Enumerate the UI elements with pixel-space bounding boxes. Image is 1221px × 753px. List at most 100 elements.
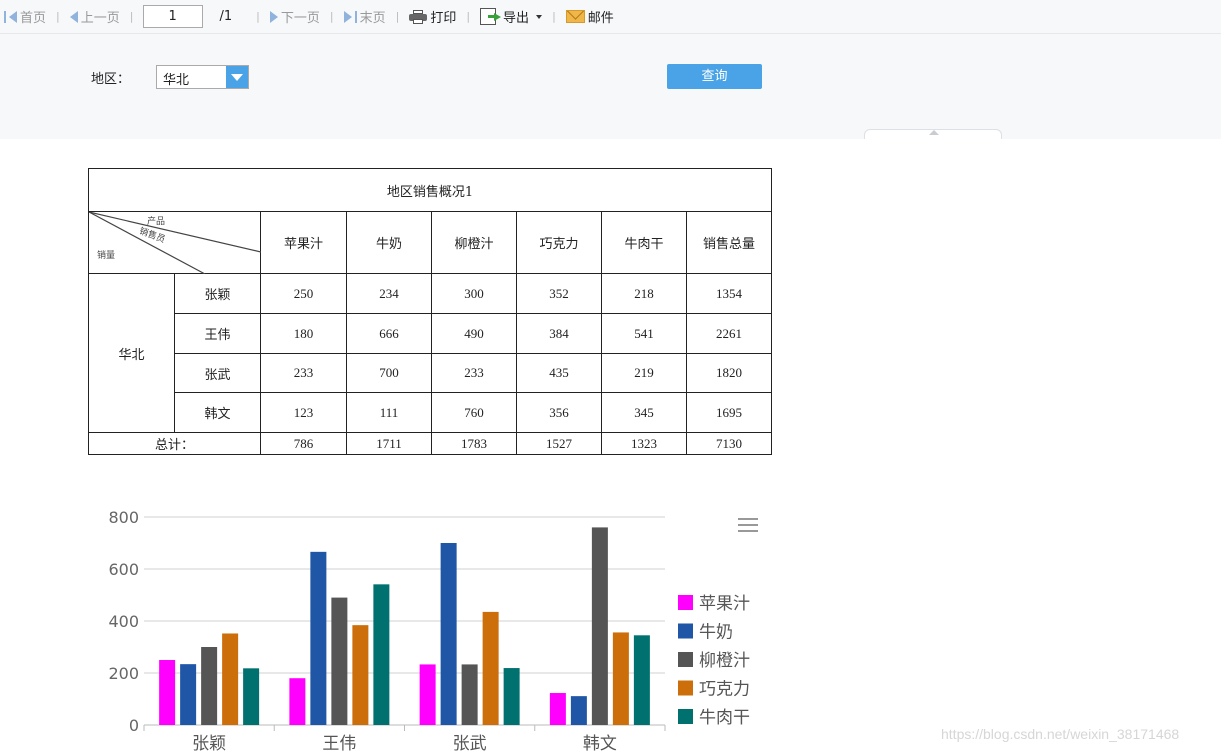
sales-report-table: 地区销售概况1 产品 销售员 销量 苹果汁 牛奶 柳橙汁 巧克力 牛肉干 销售总… <box>88 168 772 455</box>
bar-巧克力-韩文 <box>612 632 629 725</box>
prev-page-button[interactable]: 上一页 <box>69 7 120 26</box>
salesperson-cell: 张武 <box>174 353 261 393</box>
bar-牛肉干-张颖 <box>243 668 260 725</box>
prev-page-label: 上一页 <box>80 11 120 26</box>
bar-柳橙汁-张武 <box>461 664 478 725</box>
sales-bar-chart: 0 200 400 600 800 张颖 王伟 张武 韩文 苹果汁牛奶柳橙汁巧克力牛肉干 <box>108 508 750 753</box>
value-cell: 356 <box>516 392 602 433</box>
region-select[interactable]: 华北 <box>156 65 249 89</box>
value-cell: 233 <box>431 353 517 393</box>
total-row: 总计： 786 1711 1783 1527 1323 7130 <box>88 432 772 455</box>
legend-label: 巧克力 <box>699 680 750 700</box>
column-header: 牛奶 <box>346 211 432 274</box>
first-page-label: 首页 <box>20 11 47 26</box>
first-page-icon <box>9 10 17 23</box>
legend-label: 牛肉干 <box>699 708 750 728</box>
bar-牛肉干-张武 <box>503 668 520 725</box>
value-cell: 384 <box>516 313 602 354</box>
bar-巧克力-张武 <box>482 611 499 725</box>
next-page-icon <box>269 10 278 23</box>
region-select-value: 华北 <box>163 73 190 88</box>
value-cell: 218 <box>601 273 687 314</box>
print-label: 打印 <box>430 11 457 26</box>
last-page-label: 末页 <box>359 11 386 26</box>
value-cell: 219 <box>601 353 687 393</box>
region-label: 地区： <box>91 72 131 87</box>
total-cell: 1527 <box>516 432 602 455</box>
bar-牛肉干-王伟 <box>373 584 390 725</box>
table-row: 韩文 123 111 760 356 345 1695 <box>89 392 772 433</box>
total-cell: 1323 <box>601 432 687 455</box>
value-cell: 352 <box>516 273 602 314</box>
value-cell: 300 <box>431 273 517 314</box>
column-header: 苹果汁 <box>260 211 347 274</box>
toolbar-separator: | <box>552 10 556 23</box>
value-cell: 180 <box>260 313 347 354</box>
corner-quantity-label: 销量 <box>97 251 116 261</box>
mail-icon <box>565 10 585 23</box>
total-pages: /1 <box>219 9 233 24</box>
x-tick-label: 王伟 <box>322 734 356 753</box>
column-header: 柳橙汁 <box>431 211 517 274</box>
page-number-input[interactable] <box>143 5 204 28</box>
y-tick-label: 200 <box>108 664 139 683</box>
mail-label: 邮件 <box>587 11 614 26</box>
bar-巧克力-张颖 <box>222 633 239 725</box>
column-header: 牛肉干 <box>601 211 687 274</box>
legend-swatch-苹果汁 <box>678 595 693 610</box>
corner-product-label: 产品 <box>147 217 166 227</box>
value-cell: 1354 <box>686 273 772 314</box>
region-cell: 华北 <box>88 273 175 433</box>
y-tick-label: 400 <box>108 612 139 631</box>
value-cell: 345 <box>601 392 687 433</box>
table-row: 王伟 180 666 490 384 541 2261 <box>89 313 772 354</box>
salesperson-cell: 张颖 <box>174 273 261 314</box>
next-page-button[interactable]: 下一页 <box>269 7 320 26</box>
legend-label: 苹果汁 <box>699 594 750 614</box>
value-cell: 123 <box>260 392 347 433</box>
toolbar-separator: | <box>466 10 471 23</box>
chart-menu-icon[interactable] <box>738 518 758 532</box>
bar-牛奶-王伟 <box>310 551 327 725</box>
x-tick-label: 韩文 <box>583 734 617 753</box>
toolbar-separator: | <box>329 10 334 23</box>
toolbar-separator: | <box>395 10 400 23</box>
query-button[interactable]: 查询 <box>667 64 762 89</box>
bar-牛奶-韩文 <box>570 696 587 725</box>
report-title: 地区销售概况1 <box>88 168 772 212</box>
y-tick-label: 600 <box>108 560 139 579</box>
first-page-button[interactable]: 首页 <box>4 7 46 26</box>
toolbar-separator: | <box>256 10 260 23</box>
bar-柳橙汁-张颖 <box>201 647 218 725</box>
value-cell: 760 <box>431 392 517 433</box>
legend-label: 牛奶 <box>699 623 733 643</box>
value-cell: 250 <box>260 273 347 314</box>
bar-巧克力-王伟 <box>352 625 369 725</box>
last-page-button[interactable]: 末页 <box>343 7 386 26</box>
column-header: 销售总量 <box>686 211 772 274</box>
collapse-panel-toggle[interactable] <box>864 129 1002 139</box>
report-toolbar: 首页 | 上一页 | /1 | 下一页 | 末页 | 打印 | 导出 | 邮件 <box>0 0 1221 34</box>
dropdown-arrow-icon[interactable] <box>226 66 248 88</box>
watermark: https://blog.csdn.net/weixin_38171468 <box>941 726 1180 742</box>
total-cell: 1783 <box>431 432 517 455</box>
table-row: 华北 张颖 250 234 300 352 218 1354 <box>88 273 772 433</box>
bar-苹果汁-王伟 <box>289 678 306 725</box>
legend-label: 柳橙汁 <box>699 651 750 671</box>
export-icon <box>480 8 502 25</box>
mail-button[interactable]: 邮件 <box>565 7 614 26</box>
legend-swatch-牛奶 <box>678 623 693 639</box>
x-tick-label: 张颖 <box>192 734 226 753</box>
value-cell: 2261 <box>686 313 772 354</box>
prev-page-icon <box>69 10 78 23</box>
chevron-down-icon <box>536 14 543 19</box>
export-button[interactable]: 导出 <box>480 7 543 26</box>
print-button[interactable]: 打印 <box>409 7 456 26</box>
export-label: 导出 <box>503 11 530 26</box>
bar-苹果汁-张武 <box>419 664 436 725</box>
value-cell: 541 <box>601 313 687 354</box>
bar-牛奶-张武 <box>440 543 457 725</box>
legend-swatch-牛肉干 <box>678 709 693 724</box>
value-cell: 1820 <box>686 353 772 393</box>
value-cell: 490 <box>431 313 517 354</box>
